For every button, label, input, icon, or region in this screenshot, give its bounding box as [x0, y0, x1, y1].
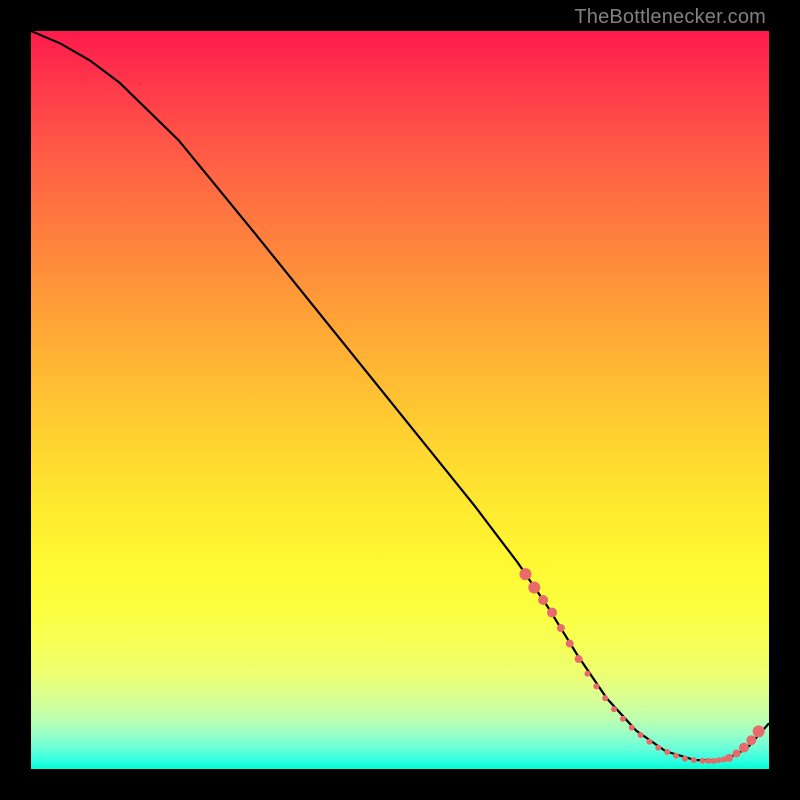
curve-marker — [575, 655, 583, 663]
curve-marker — [547, 608, 557, 618]
curve-marker — [611, 706, 617, 712]
curve-marker — [746, 735, 756, 745]
curve-marker — [538, 595, 548, 605]
curve-marker — [602, 695, 608, 701]
curve-marker — [593, 683, 599, 689]
curve-marker — [725, 754, 733, 762]
curve-line — [31, 31, 769, 760]
curve-marker — [620, 716, 626, 722]
chart-svg — [31, 31, 769, 769]
curve-marker — [528, 581, 540, 593]
curve-marker — [733, 750, 741, 758]
curve-marker — [629, 725, 635, 731]
curve-marker — [655, 745, 661, 751]
curve-marker — [664, 749, 670, 755]
curve-marker — [519, 568, 531, 580]
curve-marker — [673, 753, 679, 759]
curve-marker — [700, 758, 706, 764]
curve-marker — [646, 739, 652, 745]
marker-group — [519, 568, 764, 764]
curve-marker — [638, 732, 644, 738]
curve-marker — [705, 758, 711, 764]
curve-marker — [682, 756, 688, 762]
curve-marker — [557, 624, 565, 632]
curve-marker — [566, 640, 574, 648]
curve-marker — [739, 743, 749, 753]
curve-marker — [691, 757, 697, 763]
plot-area — [31, 31, 769, 769]
curve-marker — [711, 758, 717, 764]
curve-marker — [584, 671, 590, 677]
curve-marker — [753, 725, 765, 737]
chart-frame: TheBottlenecker.com — [0, 0, 800, 800]
attribution-text: TheBottlenecker.com — [574, 6, 766, 29]
curve-marker — [716, 757, 722, 763]
